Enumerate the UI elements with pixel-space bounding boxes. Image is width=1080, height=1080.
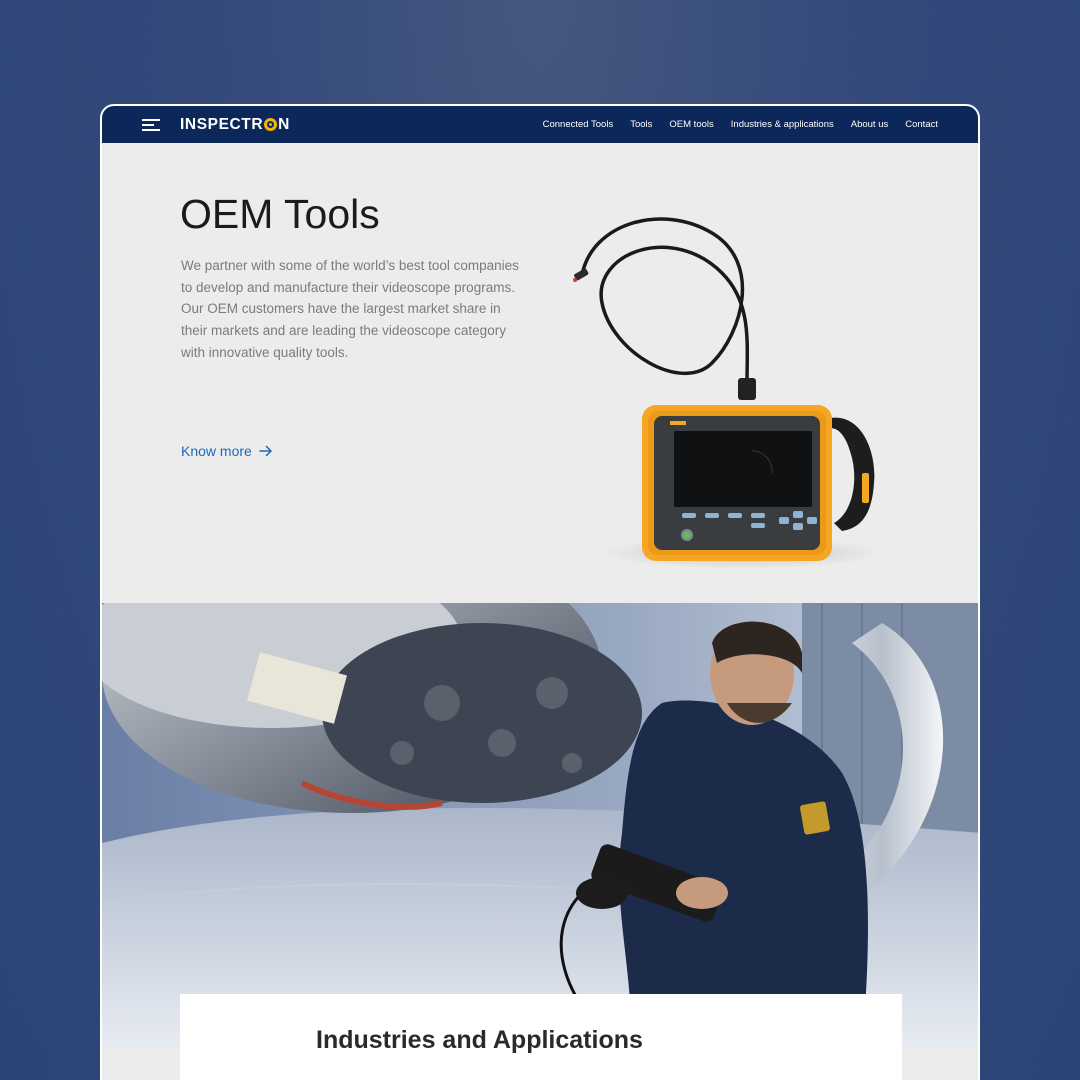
nav-link-connected-tools[interactable]: Connected Tools	[543, 119, 614, 130]
main-nav: Connected Tools Tools OEM tools Industri…	[543, 119, 938, 130]
industries-card: Industries and Applications	[180, 994, 902, 1080]
brand-name-prefix: INSPECTR	[180, 115, 264, 133]
nav-link-oem-tools[interactable]: OEM tools	[669, 119, 713, 130]
top-navbar: INSPECTR N Connected Tools Tools OEM tool…	[102, 106, 978, 143]
hamburger-icon[interactable]	[142, 118, 160, 131]
browser-frame: INSPECTR N Connected Tools Tools OEM tool…	[100, 104, 980, 1080]
hero-section: OEM Tools We partner with some of the wo…	[102, 143, 978, 603]
brand-logo[interactable]: INSPECTR N	[180, 116, 290, 134]
know-more-label: Know more	[181, 443, 252, 459]
page-title: OEM Tools	[180, 191, 380, 237]
hangar-scene-image	[102, 603, 978, 1048]
hero-description: We partner with some of the world’s best…	[181, 258, 519, 360]
videoscope-device-image	[573, 217, 882, 569]
nav-link-tools[interactable]: Tools	[630, 119, 652, 130]
logo-o-icon	[264, 118, 278, 131]
industries-section-title: Industries and Applications	[316, 1026, 643, 1054]
nav-link-about-us[interactable]: About us	[851, 119, 889, 130]
brand-name-suffix: N	[278, 115, 290, 133]
arrow-right-icon	[259, 445, 272, 457]
technician-inspection-photo	[102, 603, 978, 1048]
nav-link-industries-applications[interactable]: Industries & applications	[731, 119, 834, 130]
nav-link-contact[interactable]: Contact	[905, 119, 938, 130]
know-more-link[interactable]: Know more	[181, 443, 273, 459]
